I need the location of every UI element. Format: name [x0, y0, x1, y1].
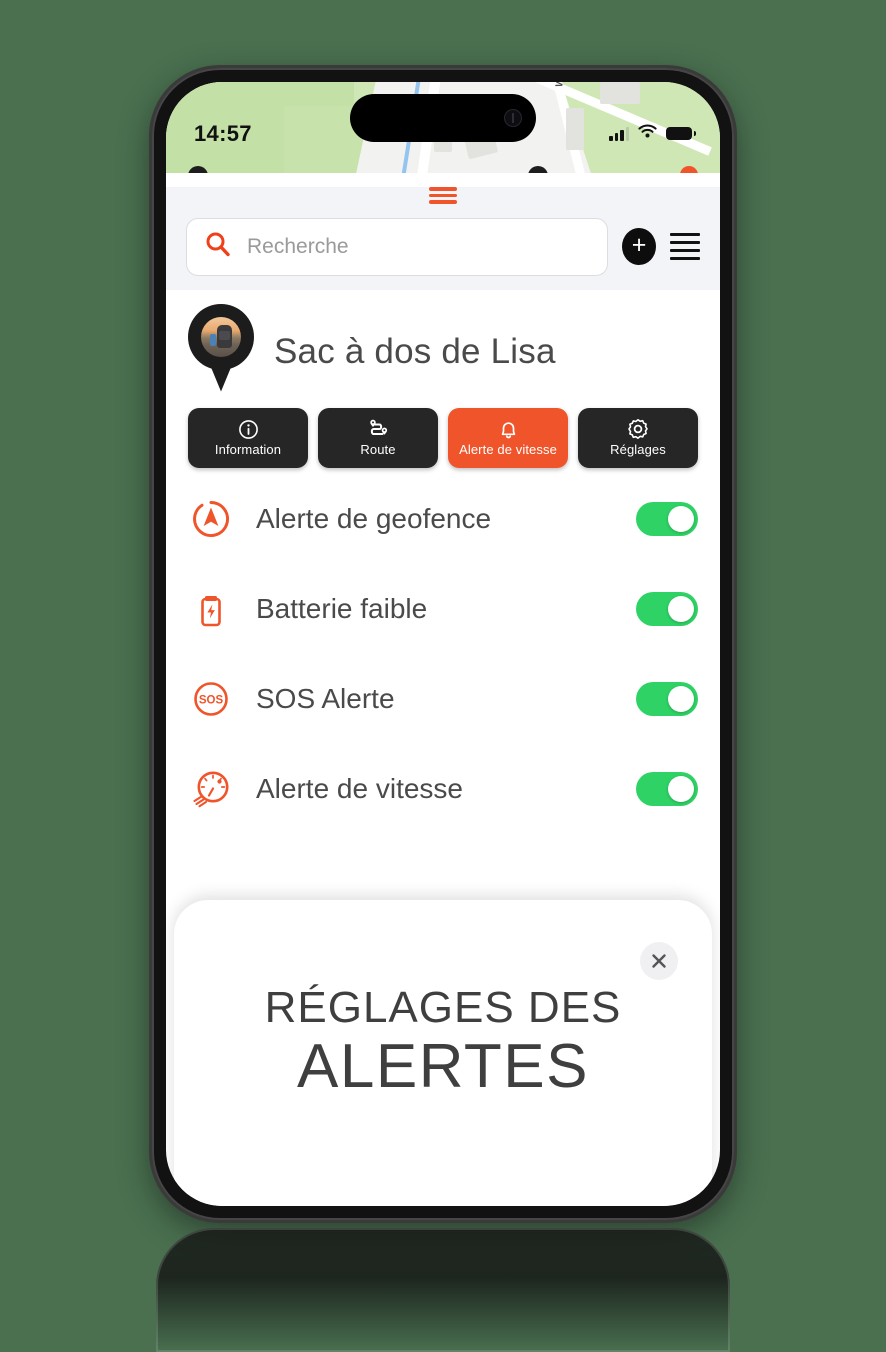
- toggle-sos-alerte[interactable]: [636, 681, 698, 716]
- sheet-title-line1: RÉGLAGES DES: [264, 983, 622, 1032]
- map-background[interactable]: Wa 14:57: [166, 82, 720, 173]
- sheet-title: RÉGLAGES DES ALERTES: [220, 986, 666, 1098]
- phone-frame: Wa 14:57: [152, 68, 734, 1220]
- list-item-label: SOS Alerte: [256, 682, 395, 714]
- speedometer-icon: [188, 766, 234, 812]
- tab-label: Réglages: [610, 442, 666, 457]
- close-icon[interactable]: [640, 942, 678, 980]
- search-box[interactable]: [186, 217, 608, 276]
- battery-full-icon: [666, 127, 696, 140]
- tab-label: Alerte de vitesse: [459, 442, 557, 457]
- info-circle-icon: [238, 418, 259, 440]
- list-item-label: Batterie faible: [256, 592, 428, 624]
- page-title: Sac à dos de Lisa: [274, 331, 556, 371]
- route-icon: [366, 418, 390, 440]
- list-item[interactable]: SOS SOS Alerte: [188, 654, 698, 744]
- tab-row: Information Route Alerte de vitesse Régl…: [166, 400, 720, 468]
- list-item-label: Alerte de geofence: [256, 502, 492, 534]
- search-input[interactable]: [245, 233, 589, 260]
- tab-label: Information: [214, 442, 282, 457]
- list-item-label: Alerte de vitesse: [256, 772, 463, 804]
- geofence-arrow-icon: [188, 497, 234, 541]
- list-item[interactable]: Batterie faible: [188, 564, 698, 654]
- map-pin-avatar[interactable]: [188, 303, 254, 400]
- front-camera-icon: [504, 109, 522, 127]
- svg-text:SOS: SOS: [199, 694, 224, 706]
- wifi-icon: [638, 124, 657, 143]
- toggle-batterie-faible[interactable]: [636, 591, 698, 626]
- tab-route[interactable]: Route: [318, 407, 438, 468]
- avatar: [201, 316, 241, 357]
- list-item[interactable]: Alerte de geofence: [188, 474, 698, 564]
- sheet-title-line2: ALERTES: [297, 1032, 589, 1101]
- toggle-alerte-de-geofence[interactable]: [636, 501, 698, 536]
- app-header: +: [166, 187, 720, 290]
- list-item[interactable]: Alerte de vitesse: [188, 744, 698, 834]
- dynamic-island: [350, 94, 536, 142]
- device-row: Sac à dos de Lisa: [166, 303, 720, 400]
- battery-low-icon: [188, 587, 234, 631]
- drag-handle-icon[interactable]: [429, 187, 457, 204]
- sos-icon: SOS: [188, 677, 234, 721]
- tab-reglages[interactable]: Réglages: [578, 407, 698, 468]
- status-time: 14:57: [194, 120, 252, 146]
- phone-screen: Wa 14:57: [166, 82, 720, 1206]
- bottom-sheet: RÉGLAGES DES ALERTES: [174, 900, 712, 1206]
- phone-reflection: [156, 1228, 730, 1352]
- device-block: Sac à dos de Lisa Information Route Aler…: [166, 289, 720, 468]
- gear-icon: [627, 418, 649, 440]
- toggle-alerte-de-vitesse[interactable]: [636, 771, 698, 806]
- signal-bars-icon: [609, 126, 629, 141]
- tab-information[interactable]: Information: [188, 407, 308, 468]
- tab-alerte-de-vitesse[interactable]: Alerte de vitesse: [448, 407, 568, 468]
- tab-label: Route: [360, 442, 396, 457]
- alert-list: Alerte de geofence Batterie faible SOS S…: [166, 467, 720, 834]
- hamburger-menu-icon[interactable]: [670, 233, 700, 260]
- bell-icon: [498, 418, 519, 440]
- search-icon: [205, 231, 231, 262]
- search-row: +: [166, 204, 720, 276]
- add-button[interactable]: +: [622, 228, 656, 265]
